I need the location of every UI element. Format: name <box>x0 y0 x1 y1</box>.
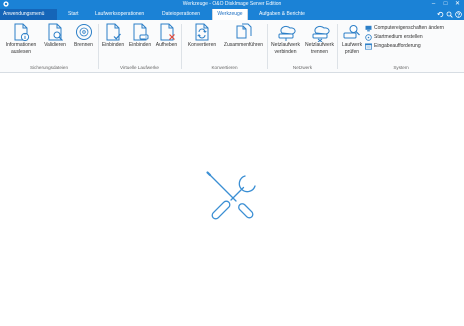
boot-media-label: Startmedium erstellen <box>374 34 423 40</box>
unmount-icon <box>160 23 175 41</box>
drive-check-icon <box>343 25 360 39</box>
info-read-label: Informationen <box>5 42 37 48</box>
convert-label: Konvertieren <box>187 42 217 48</box>
group-virtual-drives: Einbinden Einbinden Aufheben Virtuelle L… <box>99 20 180 73</box>
file-info-icon <box>14 23 30 42</box>
group-label-backup-files: Sicherungsdateien <box>29 65 69 70</box>
drive-check-button[interactable]: Laufwerk prüfen <box>340 22 364 55</box>
merge-button[interactable]: Zusammenführen <box>221 22 266 49</box>
computer-properties-icon <box>365 25 372 31</box>
group-backup-files: Informationen auslesen Validieren Brenne… <box>0 20 98 73</box>
command-prompt-label: Eingabeaufforderung <box>374 43 421 49</box>
network-disconnect-label: Netzlaufwerk <box>305 42 334 48</box>
merge-icon <box>236 23 251 39</box>
undo-icon[interactable] <box>437 11 444 18</box>
group-system: Laufwerk prüfen Computereigenschaften än… <box>338 20 464 73</box>
mount-drive-button[interactable]: Einbinden <box>127 22 153 49</box>
ribbon: Informationen auslesen Validieren Brenne… <box>0 20 464 73</box>
ribbon-tab-bar: Anwendungsmenü Start Laufwerksoperatione… <box>0 9 464 20</box>
group-label-convert: Konvertieren <box>211 65 238 70</box>
network-connect-icon <box>278 25 296 41</box>
tools-icon <box>206 171 256 220</box>
convert-button[interactable]: Konvertieren <box>185 22 219 49</box>
validate-label: Validieren <box>44 42 66 48</box>
network-connect-button[interactable]: Netzlaufwerk verbinden <box>269 22 302 55</box>
network-connect-label-line2: verbinden <box>274 48 297 55</box>
convert-icon <box>195 23 209 41</box>
close-button[interactable]: ✕ <box>454 0 461 9</box>
network-disconnect-icon <box>312 25 330 42</box>
drive-check-label: Laufwerk <box>341 42 363 48</box>
burn-button[interactable]: Brennen <box>71 22 96 49</box>
tab-tasks-reports[interactable]: Aufgaben & Berichte <box>259 9 305 20</box>
network-disconnect-label-line2: trennen <box>311 48 328 55</box>
mount-drive-icon <box>133 23 149 41</box>
tab-start[interactable]: Start <box>68 9 79 20</box>
unmount-button[interactable]: Aufheben <box>154 22 179 49</box>
search-icon[interactable] <box>446 11 453 18</box>
group-label-network: Netzwerk <box>292 65 313 70</box>
computer-properties-button[interactable]: Computereigenschaften ändern <box>365 24 444 32</box>
title-bar: Werkzeuge - O&O DiskImage Server Edition… <box>0 0 464 9</box>
command-prompt-icon <box>365 42 372 50</box>
file-search-icon <box>48 23 63 41</box>
boot-media-button[interactable]: Startmedium erstellen <box>365 33 423 41</box>
mount-button[interactable]: Einbinden <box>100 22 126 49</box>
merge-label: Zusammenführen <box>223 42 264 48</box>
tab-drive-operations[interactable]: Laufwerksoperationen <box>95 9 144 20</box>
network-disconnect-button[interactable]: Netzlaufwerk trennen <box>303 22 336 55</box>
help-icon[interactable] <box>455 11 462 18</box>
burn-label: Brennen <box>74 42 93 48</box>
maximize-button[interactable]: □ <box>442 0 449 9</box>
drive-check-label-line2: prüfen <box>344 48 360 55</box>
group-network: Netzlaufwerk verbinden Netzlaufwerk tren… <box>268 20 337 73</box>
group-convert: Konvertieren Zusammenführen Konvertieren <box>182 20 267 73</box>
mount-drive-label: Einbinden <box>128 42 152 48</box>
tab-tools[interactable]: Werkzeuge <box>212 9 248 20</box>
info-read-button[interactable]: Informationen auslesen <box>3 22 39 55</box>
command-prompt-button[interactable]: Eingabeaufforderung <box>365 42 421 50</box>
window-title: Werkzeuge - O&O DiskImage Server Edition <box>182 1 282 7</box>
computer-properties-label: Computereigenschaften ändern <box>374 25 445 31</box>
tab-file-operations[interactable]: Dateioperationen <box>162 9 200 20</box>
group-label-virtual-drives: Virtuelle Laufwerke <box>120 65 159 70</box>
mount-icon <box>106 23 121 41</box>
boot-media-icon <box>365 33 372 41</box>
tab-application-menu[interactable]: Anwendungsmenü <box>0 9 57 20</box>
network-connect-label: Netzlaufwerk <box>271 42 300 48</box>
info-read-label-line2: auslesen <box>10 48 31 55</box>
minimize-button[interactable]: – <box>430 0 437 9</box>
validate-button[interactable]: Validieren <box>40 22 70 49</box>
group-label-system: System <box>393 65 409 70</box>
mount-label: Einbinden <box>101 42 125 48</box>
main-content <box>0 73 464 326</box>
unmount-label: Aufheben <box>155 42 178 48</box>
disc-icon <box>75 24 92 40</box>
